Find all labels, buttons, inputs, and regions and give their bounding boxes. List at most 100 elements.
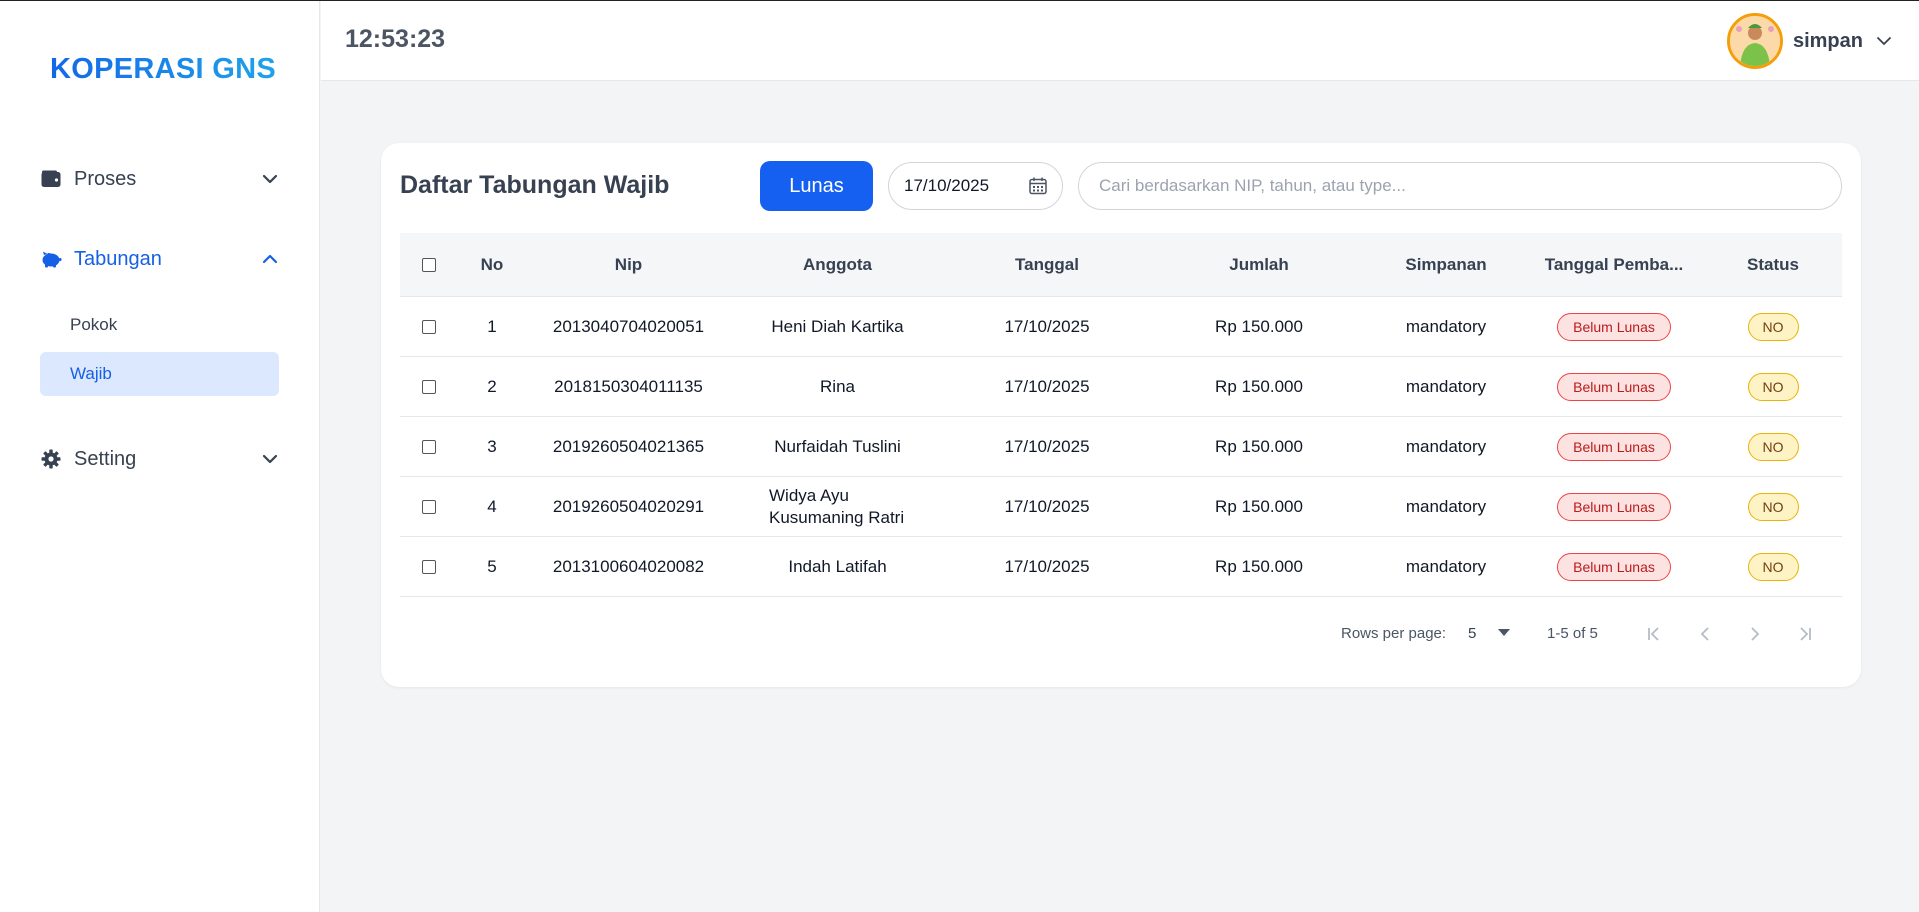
- col-simpanan[interactable]: Simpanan: [1368, 255, 1524, 275]
- row-checkbox[interactable]: [422, 439, 436, 454]
- cell-no: 5: [487, 556, 497, 576]
- last-page-icon: [1800, 627, 1811, 641]
- status-badge: NO: [1747, 432, 1799, 461]
- table-row: 3 2019260504021365 Nurfaidah Tuslini 17/…: [400, 417, 1842, 477]
- next-page-button[interactable]: [1742, 621, 1768, 647]
- col-no[interactable]: No: [458, 255, 526, 275]
- chevron-right-icon: [1751, 627, 1760, 641]
- col-nip[interactable]: Nip: [526, 255, 731, 275]
- cell-simpanan: mandatory: [1405, 436, 1487, 456]
- gear-icon: [40, 448, 62, 470]
- cell-simpanan: mandatory: [1405, 376, 1487, 396]
- piggy-bank-icon: [40, 248, 62, 270]
- row-checkbox[interactable]: [422, 319, 436, 334]
- row-checkbox[interactable]: [422, 379, 436, 394]
- payment-status-badge: Belum Lunas: [1557, 312, 1671, 341]
- search-input[interactable]: [1078, 162, 1842, 210]
- last-page-button[interactable]: [1792, 621, 1818, 647]
- topbar: 12:53:23 simpan: [321, 1, 1919, 81]
- col-anggota[interactable]: Anggota: [731, 255, 944, 275]
- sidebar-item-label: Tabungan: [74, 247, 162, 270]
- chevron-left-icon: [1700, 627, 1709, 641]
- rows-per-page-select[interactable]: 5: [1468, 625, 1476, 642]
- cell-jumlah: Rp 150.000: [1215, 496, 1303, 516]
- clock: 12:53:23: [345, 25, 446, 53]
- cell-anggota: Rina: [820, 376, 855, 396]
- status-badge: NO: [1747, 552, 1799, 581]
- cell-jumlah: Rp 150.000: [1215, 556, 1303, 576]
- row-checkbox[interactable]: [422, 559, 436, 574]
- table-row: 4 2019260504020291 Widya Ayu Kusumaning …: [400, 477, 1842, 537]
- cell-no: 2: [487, 376, 497, 396]
- cell-jumlah: Rp 150.000: [1215, 316, 1303, 336]
- col-status[interactable]: Status: [1704, 255, 1842, 275]
- cell-no: 1: [487, 316, 497, 336]
- col-tanggal[interactable]: Tanggal: [944, 255, 1150, 275]
- payment-status-badge: Belum Lunas: [1557, 432, 1671, 461]
- status-badge: NO: [1747, 492, 1799, 521]
- chevron-down-icon: [1877, 37, 1891, 45]
- payment-status-badge: Belum Lunas: [1557, 372, 1671, 401]
- cell-simpanan: mandatory: [1405, 316, 1487, 336]
- chevron-down-icon: [262, 454, 278, 464]
- chevron-up-icon: [262, 254, 278, 264]
- cell-nip: 2019260504021365: [552, 436, 705, 456]
- cell-nip: 2013100604020082: [552, 556, 705, 576]
- sidebar-item-proses[interactable]: Proses: [40, 159, 280, 199]
- prev-page-button[interactable]: [1692, 621, 1718, 647]
- savings-card: Daftar Tabungan Wajib Lunas 17/10/2025 N…: [381, 143, 1861, 687]
- status-badge: NO: [1747, 372, 1799, 401]
- sidebar-item-label: Setting: [74, 447, 137, 470]
- cell-jumlah: Rp 150.000: [1215, 376, 1303, 396]
- cell-simpanan: mandatory: [1405, 556, 1487, 576]
- chevron-down-icon: [262, 174, 278, 184]
- table-row: 1 2013040704020051 Heni Diah Kartika 17/…: [400, 297, 1842, 357]
- sidebar-item-tabungan[interactable]: Tabungan: [40, 239, 280, 279]
- cell-tanggal: 17/10/2025: [1004, 436, 1090, 456]
- cell-tanggal: 17/10/2025: [1004, 556, 1090, 576]
- cell-tanggal: 17/10/2025: [1004, 316, 1090, 336]
- table-row: 2 2018150304011135 Rina 17/10/2025 Rp 15…: [400, 357, 1842, 417]
- first-page-button[interactable]: [1641, 621, 1667, 647]
- table-header: No Nip Anggota Tanggal Jumlah Simpanan T…: [400, 233, 1842, 297]
- wallet-icon: [40, 168, 62, 190]
- col-jumlah[interactable]: Jumlah: [1150, 255, 1368, 275]
- cell-anggota: Widya Ayu Kusumaning Ratri: [769, 485, 905, 527]
- savings-table: No Nip Anggota Tanggal Jumlah Simpanan T…: [400, 233, 1842, 597]
- sidebar: KOPERASI GNS Proses Tabungan Pokok Wajib: [0, 1, 320, 912]
- pagination: Rows per page: 5 1-5 of 5: [381, 617, 1861, 651]
- cell-anggota: Nurfaidah Tuslini: [774, 436, 901, 456]
- cell-jumlah: Rp 150.000: [1215, 436, 1303, 456]
- page-title: Daftar Tabungan Wajib: [400, 171, 670, 199]
- cell-tanggal: 17/10/2025: [1004, 496, 1090, 516]
- cell-no: 3: [487, 436, 497, 456]
- row-checkbox[interactable]: [422, 499, 436, 514]
- cell-nip: 2019260504020291: [552, 496, 705, 516]
- username: simpan: [1792, 29, 1863, 52]
- date-picker[interactable]: 17/10/2025: [888, 162, 1063, 210]
- brand-logo: KOPERASI GNS: [50, 53, 276, 85]
- date-value: 17/10/2025: [904, 176, 990, 195]
- sidebar-item-setting[interactable]: Setting: [40, 439, 280, 479]
- cell-simpanan: mandatory: [1405, 496, 1487, 516]
- sidebar-item-wajib[interactable]: Wajib: [40, 352, 279, 396]
- cell-tanggal: 17/10/2025: [1004, 376, 1090, 396]
- table-row: 5 2013100604020082 Indah Latifah 17/10/2…: [400, 537, 1842, 597]
- lunas-button[interactable]: Lunas: [760, 161, 873, 211]
- first-page-icon: [1648, 627, 1659, 641]
- col-tanggal-pembayaran[interactable]: Tanggal Pemba...: [1524, 255, 1704, 275]
- cell-no: 4: [487, 496, 497, 516]
- payment-status-badge: Belum Lunas: [1557, 552, 1671, 581]
- rows-per-page-label: Rows per page:: [1341, 625, 1447, 642]
- payment-status-badge: Belum Lunas: [1557, 492, 1671, 521]
- cell-anggota: Indah Latifah: [788, 556, 887, 576]
- cell-anggota: Heni Diah Kartika: [771, 316, 904, 336]
- select-all-checkbox[interactable]: [422, 257, 436, 272]
- user-menu[interactable]: simpan: [1726, 13, 1893, 69]
- calendar-icon[interactable]: [1028, 176, 1048, 196]
- page-range: 1-5 of 5: [1547, 625, 1598, 642]
- cell-nip: 2013040704020051: [552, 316, 705, 336]
- sidebar-item-pokok[interactable]: Pokok: [40, 303, 279, 347]
- caret-down-icon[interactable]: [1498, 629, 1510, 636]
- cell-nip: 2018150304011135: [554, 376, 703, 396]
